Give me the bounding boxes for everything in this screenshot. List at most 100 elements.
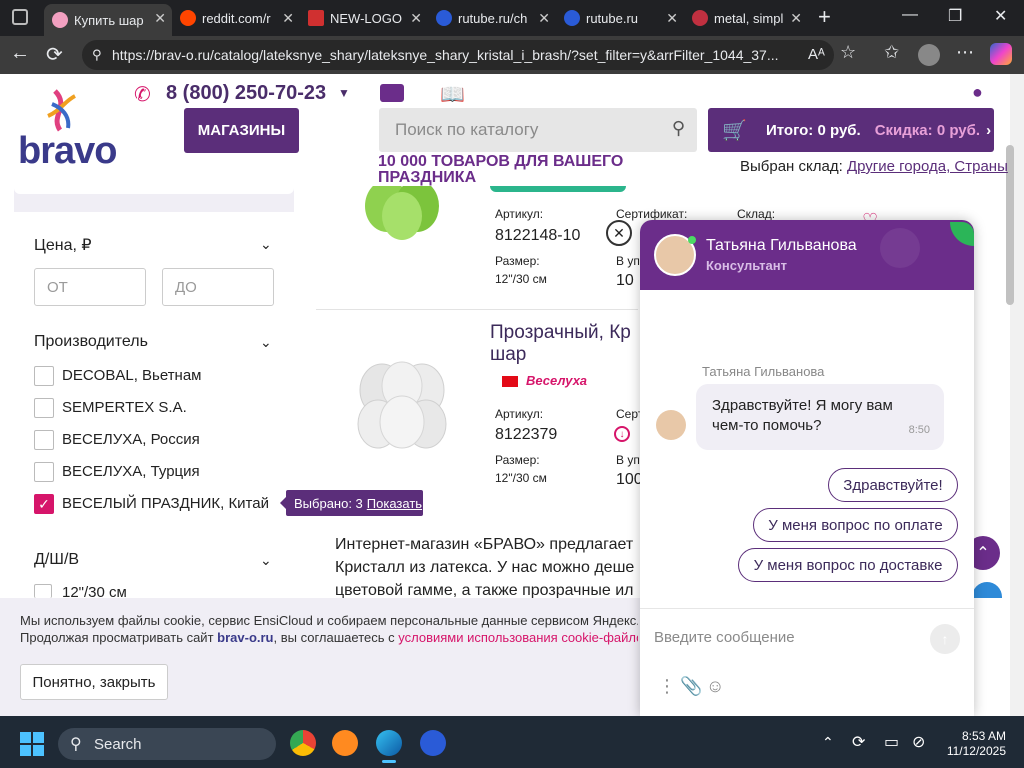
- description-line: Интернет-магазин «БРАВО» предлагает: [335, 536, 634, 553]
- chevron-down-icon[interactable]: ▼: [338, 86, 350, 100]
- manufacturer-label[interactable]: ВЕСЕЛУХА, Россия: [62, 431, 200, 448]
- tab-label: rutube.ru/ch: [458, 10, 528, 26]
- reload-icon[interactable]: ⟳: [46, 42, 63, 67]
- read-aloud-icon[interactable]: Aᴬ: [808, 46, 825, 63]
- chat-message-input[interactable]: Введите сообщение: [654, 622, 914, 652]
- edge-icon[interactable]: [376, 730, 402, 756]
- copilot-icon[interactable]: [990, 43, 1012, 65]
- book-icon[interactable]: 📖: [440, 82, 465, 107]
- maximize-icon[interactable]: ❐: [948, 6, 962, 26]
- site-info-icon[interactable]: ⚲: [92, 47, 102, 63]
- favorite-star-icon[interactable]: ☆: [840, 42, 856, 63]
- attach-paperclip-icon[interactable]: 📎: [680, 676, 702, 697]
- firefox-app-icon[interactable]: [332, 730, 358, 756]
- close-tab-icon[interactable]: ✕: [666, 10, 678, 27]
- chat-option-payment[interactable]: У меня вопрос по оплате: [753, 508, 958, 542]
- url-text: https://brav-o.ru/catalog/lateksnye_shar…: [112, 47, 779, 63]
- tab-kupit-shar[interactable]: Купить шар ✕: [44, 4, 172, 36]
- tab-reddit[interactable]: reddit.com/r ✕: [172, 4, 300, 32]
- size-value: 12"/30 см: [495, 471, 547, 485]
- chevron-down-icon[interactable]: ⌄: [260, 334, 272, 351]
- tray-sync-icon[interactable]: ⟳: [852, 732, 865, 752]
- manufacturer-label[interactable]: ВЕСЕЛЫЙ ПРАЗДНИК, Китай: [62, 495, 269, 512]
- balloon-favicon-icon: [52, 12, 68, 28]
- chevron-down-icon[interactable]: ⌄: [260, 236, 272, 253]
- tray-chevron-up-icon[interactable]: ⌃: [822, 734, 834, 751]
- pack-label: В уп: [616, 453, 640, 467]
- user-icon[interactable]: ●: [972, 82, 983, 103]
- cookie-policy-link[interactable]: условиями использования cookie-файлов и …: [398, 630, 638, 645]
- search-icon[interactable]: ⚲: [672, 118, 685, 139]
- size-option-label[interactable]: 12"/30 см: [62, 584, 127, 598]
- selected-count-tooltip: Выбрано: 3 Показать: [286, 490, 423, 516]
- manufacturer-checkbox-decobal[interactable]: [34, 366, 54, 386]
- agent-name: Татьяна Гильванова: [706, 237, 857, 254]
- send-icon[interactable]: ↑: [930, 624, 960, 654]
- tab-new-logo[interactable]: NEW-LOGO ✕: [300, 4, 428, 32]
- close-tab-icon[interactable]: ✕: [790, 10, 802, 27]
- taskbar-clock[interactable]: 8:53 AM 11/12/2025: [944, 729, 1006, 759]
- green-balloons-image[interactable]: [352, 180, 452, 246]
- stores-button[interactable]: МАГАЗИНЫ: [184, 108, 299, 153]
- taskbar-search[interactable]: ⚲ Search: [58, 728, 276, 760]
- catalog-card-icon[interactable]: [380, 84, 404, 102]
- size-checkbox[interactable]: [34, 584, 52, 598]
- article-label: Артикул:: [495, 207, 544, 221]
- close-tab-icon[interactable]: ✕: [410, 10, 422, 27]
- window-close-icon[interactable]: ✕: [994, 6, 1007, 26]
- cookie-accept-button[interactable]: Понятно, закрыть: [20, 664, 168, 700]
- cart-summary[interactable]: 🛒 Итого: 0 руб. Скидка: 0 руб. ›: [708, 108, 994, 152]
- phone-number[interactable]: 8 (800) 250-70-23: [166, 82, 326, 105]
- size-filter-title[interactable]: Д/Ш/В: [34, 551, 79, 569]
- app-logo-icon[interactable]: [420, 730, 446, 756]
- tab-actions-icon[interactable]: [12, 9, 28, 25]
- catalog-search-input[interactable]: Поиск по каталогу ⚲: [379, 108, 697, 152]
- manufacturer-label[interactable]: DECOBAL, Вьетнам: [62, 367, 202, 384]
- chat-option-delivery[interactable]: У меня вопрос по доставке: [738, 548, 958, 582]
- bravo-logo[interactable]: bravo: [18, 130, 117, 173]
- chat-option-hello[interactable]: Здравствуйте!: [828, 468, 958, 502]
- product-title-line1: Прозрачный, Кр: [490, 322, 631, 343]
- chevron-down-icon[interactable]: ⌄: [260, 552, 272, 569]
- manufacturer-checkbox-veselukha-russia[interactable]: [34, 430, 54, 450]
- manufacturer-label[interactable]: ВЕСЕЛУХА, Турция: [62, 463, 200, 480]
- manufacturer-filter-title[interactable]: Производитель: [34, 333, 148, 351]
- profile-avatar-icon[interactable]: [918, 44, 940, 66]
- reddit-favicon-icon: [180, 10, 196, 26]
- close-circle-icon[interactable]: ✕: [606, 220, 632, 246]
- show-results-link[interactable]: Показать: [367, 496, 422, 511]
- chrome-icon[interactable]: [290, 730, 316, 756]
- close-tab-icon[interactable]: ✕: [282, 10, 294, 27]
- back-arrow-icon[interactable]: ←: [10, 42, 30, 65]
- more-menu-icon[interactable]: ⋯: [956, 42, 974, 63]
- more-vertical-icon[interactable]: ⋮: [658, 676, 676, 697]
- clear-balloons-image[interactable]: [348, 356, 456, 464]
- tab-rutube[interactable]: rutube.ru ✕: [556, 4, 684, 32]
- favorites-icon[interactable]: ✩: [884, 42, 899, 63]
- cookie-site-name: brav-o.ru: [217, 630, 274, 645]
- close-tab-icon[interactable]: ✕: [538, 10, 550, 27]
- tray-display-icon[interactable]: ▭: [884, 732, 899, 752]
- minimize-icon[interactable]: —: [902, 6, 918, 24]
- tab-label: NEW-LOGO: [330, 10, 402, 26]
- close-tab-icon[interactable]: ✕: [154, 10, 166, 27]
- url-field[interactable]: ⚲ https://brav-o.ru/catalog/lateksnye_sh…: [82, 40, 834, 70]
- price-from-input[interactable]: ОТ: [34, 268, 146, 306]
- windows-start-icon[interactable]: [20, 732, 44, 756]
- price-filter-title[interactable]: Цена, ₽: [34, 235, 92, 255]
- download-circle-icon[interactable]: ↓: [614, 426, 630, 442]
- manufacturer-label[interactable]: SEMPERTEX S.A.: [62, 399, 187, 416]
- cookie-line2-mid: , вы соглашаетесь с: [273, 630, 395, 645]
- price-to-input[interactable]: ДО: [162, 268, 274, 306]
- emoji-icon[interactable]: ☺: [706, 676, 724, 697]
- new-tab-plus-icon[interactable]: +: [818, 4, 831, 30]
- manufacturer-checkbox-veselukha-turkey[interactable]: [34, 462, 54, 482]
- product-title[interactable]: Прозрачный, Кр шар: [490, 322, 631, 366]
- tab-rutube-channel[interactable]: rutube.ru/ch ✕: [428, 4, 556, 32]
- manufacturer-checkbox-sempertex[interactable]: [34, 398, 54, 418]
- manufacturer-checkbox-vesely-prazdnik[interactable]: ✓: [34, 494, 54, 514]
- tray-network-icon[interactable]: ⊘: [912, 732, 925, 752]
- brand-logo: Веселуха: [526, 373, 587, 388]
- warehouse-link[interactable]: Другие города, Страны: [847, 158, 1008, 175]
- tab-metal[interactable]: metal, simpl ✕: [684, 4, 808, 32]
